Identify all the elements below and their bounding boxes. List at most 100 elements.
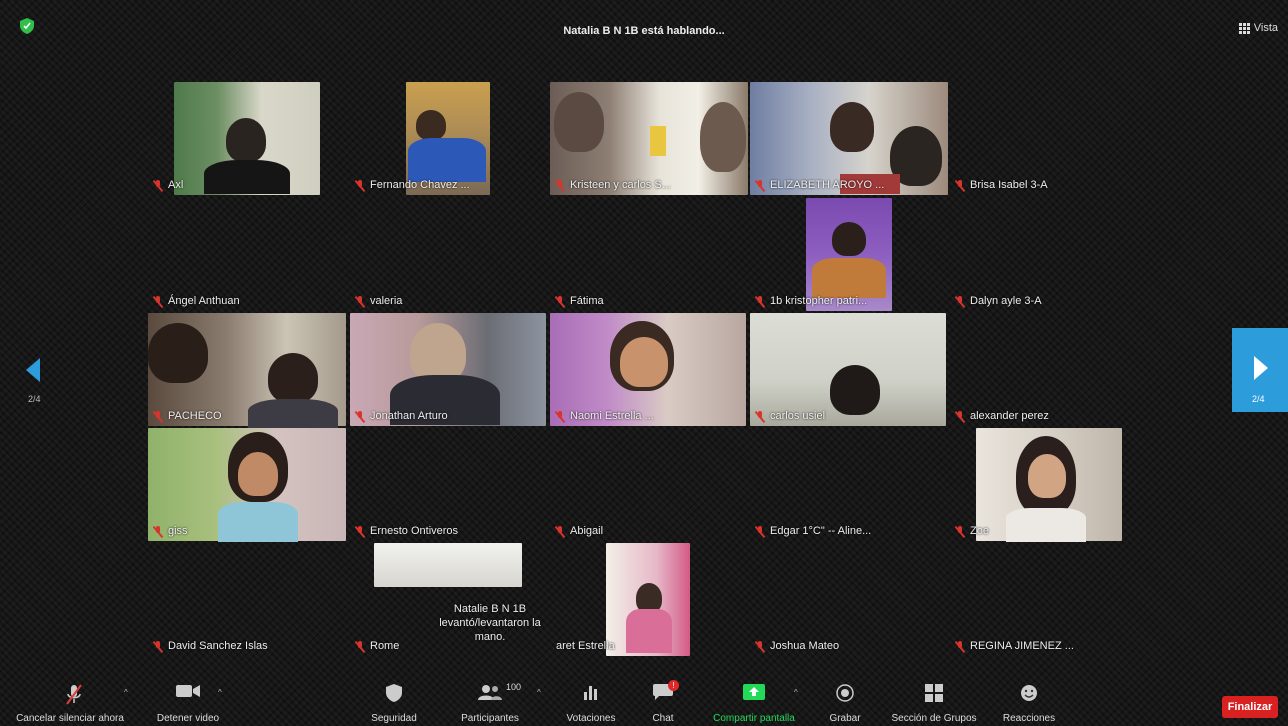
participant-tile[interactable]: Zoe <box>950 428 1148 542</box>
view-button[interactable]: Vista <box>1238 22 1278 34</box>
mic-muted-icon <box>956 410 964 422</box>
participant-name: Abigail <box>570 525 604 537</box>
page-indicator-right: 2/4 <box>1252 394 1265 404</box>
participant-video <box>374 543 522 587</box>
previous-page-button[interactable]: 2/4 <box>20 348 50 408</box>
mic-muted-icon <box>154 525 162 537</box>
participant-tile[interactable]: Abigail <box>550 428 748 541</box>
participant-tile[interactable]: giss <box>148 428 346 542</box>
mic-muted-icon <box>356 179 364 191</box>
mic-muted-icon <box>556 410 564 422</box>
mic-muted-icon <box>956 295 964 307</box>
participant-tile[interactable]: Axl <box>148 82 346 195</box>
participants-options-caret-icon[interactable]: ^ <box>537 688 541 697</box>
participant-tile[interactable]: Brisa Isabel 3-A <box>950 82 1148 195</box>
participant-name: aret Estrella <box>556 640 615 652</box>
participants-count: 100 <box>506 682 522 692</box>
mic-muted-icon <box>556 295 564 307</box>
reactions-label: Reacciones <box>1002 713 1056 724</box>
participant-tile[interactable]: Joshua Mateo <box>750 543 948 656</box>
polls-bar-chart-icon <box>584 686 597 700</box>
participant-tile[interactable]: Fernando Chavez ... <box>350 82 548 195</box>
end-meeting-button[interactable]: Finalizar <box>1222 696 1278 718</box>
stop-video-button[interactable]: Detener video <box>150 670 226 726</box>
participant-tile[interactable]: Naomi Estrella ... <box>550 313 748 426</box>
participant-name: Rome <box>370 640 400 652</box>
chat-button[interactable]: ! Chat <box>640 670 686 726</box>
participant-tile[interactable]: Dalyn ayle 3-A <box>950 198 1148 311</box>
participant-tile[interactable]: Fátima <box>550 198 748 311</box>
mic-muted-icon <box>154 179 162 191</box>
participants-label: Participantes <box>461 713 519 724</box>
participant-video <box>976 428 1122 542</box>
security-label: Seguridad <box>371 713 417 724</box>
next-page-button[interactable]: 2/4 <box>1232 328 1288 412</box>
meeting-toolbar: Cancelar silenciar ahora ^ Detener video… <box>0 670 1288 726</box>
reactions-button[interactable]: Reacciones <box>996 670 1062 726</box>
participants-icon <box>478 685 502 700</box>
top-bar: Natalia B N 1B está hablando... Vista <box>0 0 1288 60</box>
participant-name: Fernando Chavez ... <box>370 179 470 191</box>
mic-muted-icon <box>154 295 162 307</box>
mic-muted-icon <box>556 525 564 537</box>
breakout-rooms-label: Sección de Grupos <box>891 713 977 724</box>
participant-video <box>606 543 690 656</box>
reactions-emoji-icon <box>1021 685 1037 701</box>
unmute-button[interactable]: Cancelar silenciar ahora <box>8 670 132 726</box>
mic-muted-icon <box>956 525 964 537</box>
participant-tile[interactable]: valeria <box>350 198 548 311</box>
mic-muted-icon <box>356 295 364 307</box>
mic-off-icon <box>66 684 82 705</box>
raise-hand-notification: Natalie B N 1B levantó/levantaron la man… <box>439 603 541 643</box>
record-button[interactable]: Grabar <box>818 670 872 726</box>
security-button[interactable]: Seguridad <box>360 670 428 726</box>
participant-name: PACHECO <box>168 410 222 422</box>
participant-name: ELIZABETH AROYO ... <box>770 179 885 191</box>
participant-tile[interactable]: REGINA JIMENEZ ... <box>950 543 1148 656</box>
participant-name: Edgar 1°C" -- Aline... <box>770 525 872 537</box>
participant-tile[interactable]: carlos usiel <box>750 313 948 426</box>
participant-tile[interactable]: Kristeen y carlos S... <box>550 82 748 195</box>
view-label: Vista <box>1253 22 1278 34</box>
participant-tile[interactable]: ELIZABETH AROYO ... <box>750 82 948 195</box>
participant-name: Joshua Mateo <box>770 640 840 652</box>
stop-video-label: Detener video <box>156 713 220 724</box>
participant-tile[interactable]: PACHECO <box>148 313 346 429</box>
participant-name: 1b kristopher patri... <box>770 295 868 307</box>
participant-tile[interactable]: aret Estrella <box>550 543 748 656</box>
chat-notification-badge: ! <box>668 680 679 691</box>
participant-tile[interactable]: Edgar 1°C" -- Aline... <box>750 428 948 541</box>
mic-muted-icon <box>756 525 764 537</box>
participants-button[interactable]: 100 Participantes <box>452 670 528 726</box>
participant-name: Dalyn ayle 3-A <box>970 295 1042 307</box>
mic-muted-icon <box>756 179 764 191</box>
polls-button[interactable]: Votaciones <box>558 670 624 726</box>
participant-tile[interactable]: Ernesto Ontiveros <box>350 428 548 541</box>
participant-tile[interactable]: David Sanchez Islas <box>148 543 346 656</box>
breakout-rooms-icon <box>925 684 943 702</box>
mic-muted-icon <box>756 640 764 652</box>
participant-name: alexander perez <box>970 410 1049 422</box>
mic-muted-icon <box>356 640 364 652</box>
audio-options-caret-icon[interactable]: ^ <box>124 688 128 697</box>
participant-name: valeria <box>370 295 403 307</box>
breakout-rooms-button[interactable]: Sección de Grupos <box>886 670 982 726</box>
chat-label: Chat <box>652 713 674 724</box>
security-shield-icon <box>386 684 402 702</box>
mic-muted-icon <box>154 410 162 422</box>
share-screen-button[interactable]: Compartir pantalla <box>706 670 802 726</box>
mic-muted-icon <box>356 525 364 537</box>
participant-tile[interactable]: Ángel Anthuan <box>148 198 346 311</box>
participant-tile[interactable]: Jonathan Arturo <box>350 313 548 426</box>
video-options-caret-icon[interactable]: ^ <box>218 688 222 697</box>
participant-name: Axl <box>168 179 184 191</box>
participant-tile[interactable]: alexander perez <box>950 313 1148 426</box>
mic-muted-icon <box>956 179 964 191</box>
participant-tile[interactable]: 1b kristopher patri... <box>750 198 948 311</box>
participant-name: Naomi Estrella ... <box>570 410 654 422</box>
participant-name: giss <box>168 525 188 537</box>
participant-name: Fátima <box>570 295 604 307</box>
share-options-caret-icon[interactable]: ^ <box>794 688 798 697</box>
participant-name: REGINA JIMENEZ ... <box>970 640 1074 652</box>
mic-muted-icon <box>356 410 364 422</box>
